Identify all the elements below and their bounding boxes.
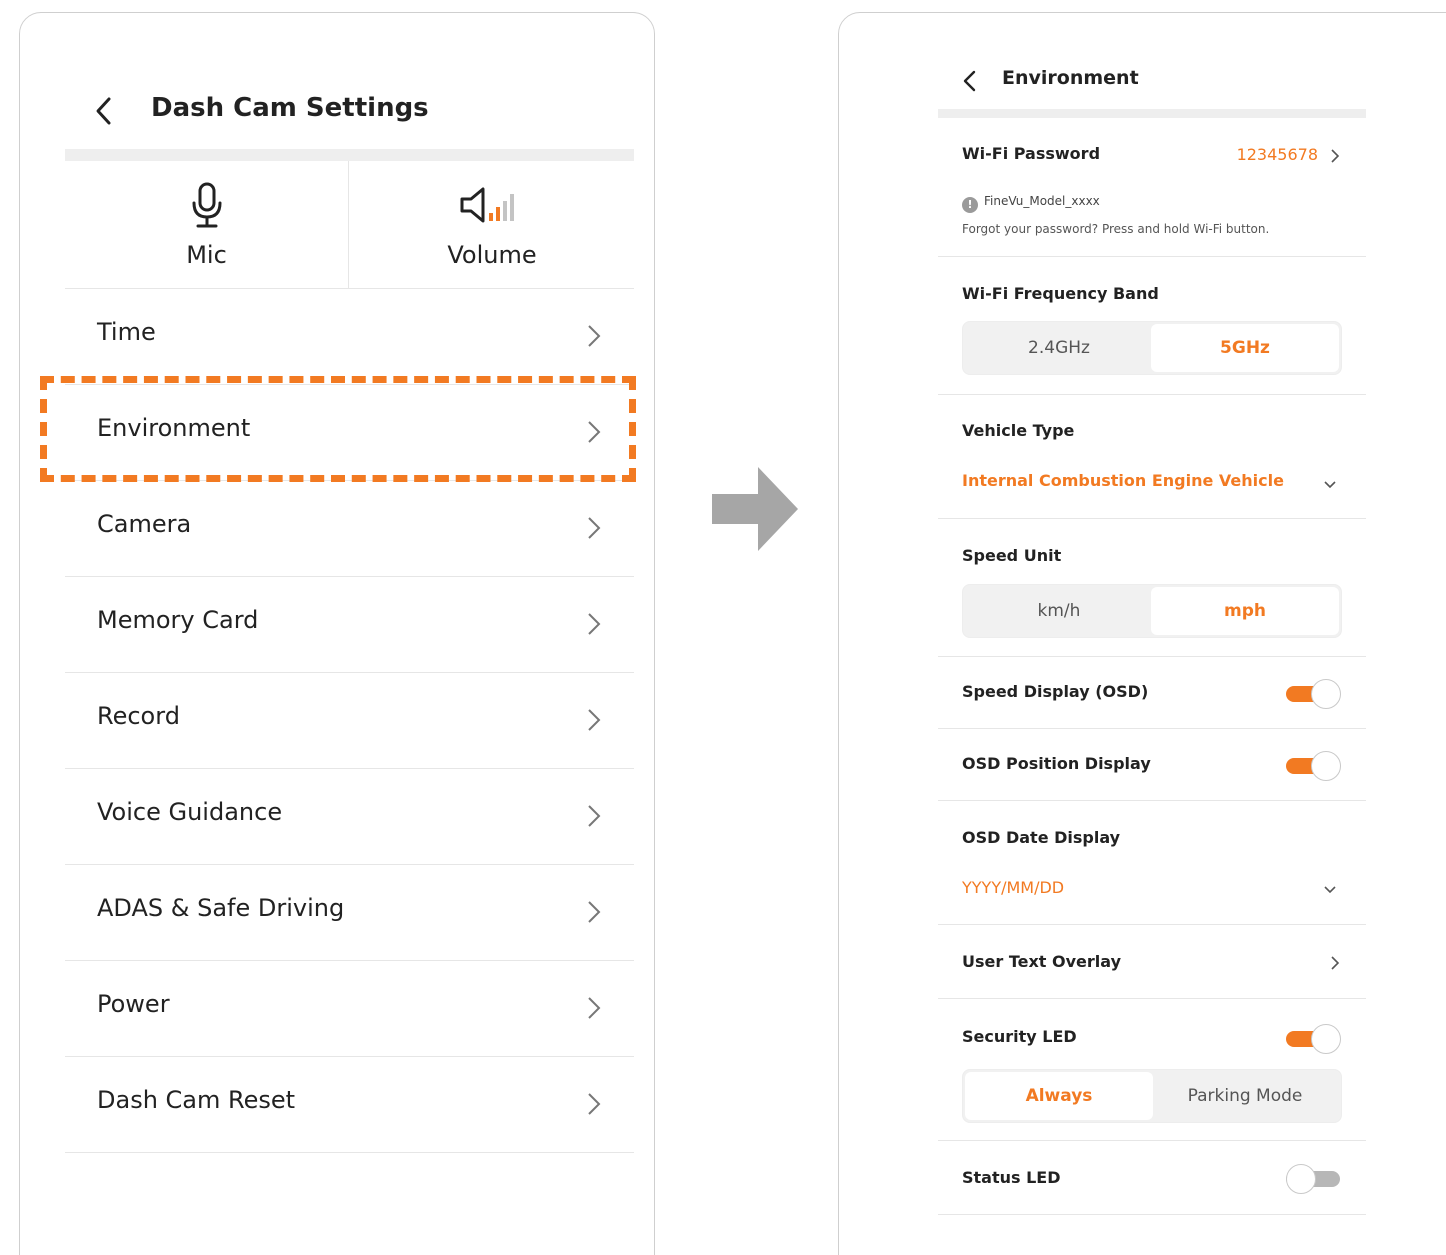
vehicle-type-label: Vehicle Type xyxy=(962,421,1075,440)
volume-label: Volume xyxy=(447,241,537,269)
chevron-right-icon xyxy=(588,997,601,1019)
speed-unit-option-mph[interactable]: mph xyxy=(1151,587,1339,635)
osd-date-value: YYYY/MM/DD xyxy=(962,878,1065,897)
toggle-knob xyxy=(1311,1024,1341,1054)
osd-position-label: OSD Position Display xyxy=(962,754,1151,773)
header: Dash Cam Settings xyxy=(20,13,654,163)
quick-actions: Mic Volume xyxy=(65,161,634,289)
chevron-right-icon xyxy=(588,613,601,635)
status-led-label: Status LED xyxy=(962,1168,1061,1187)
toggle-knob xyxy=(1311,751,1341,781)
chevron-down-icon xyxy=(1324,886,1336,894)
chevron-right-icon xyxy=(588,709,601,731)
menu-item-camera[interactable]: Camera xyxy=(65,481,634,577)
speed-display-label: Speed Display (OSD) xyxy=(962,682,1149,701)
menu-item-label: Record xyxy=(97,702,180,730)
chevron-right-icon xyxy=(588,805,601,827)
menu-item-record[interactable]: Record xyxy=(65,673,634,769)
chevron-right-icon xyxy=(1331,956,1340,970)
speed-unit-label: Speed Unit xyxy=(962,546,1062,565)
menu-item-label: ADAS & Safe Driving xyxy=(97,894,345,922)
highlight-frame xyxy=(40,376,636,482)
chevron-right-icon xyxy=(1331,149,1340,163)
menu-item-power[interactable]: Power xyxy=(65,961,634,1057)
settings-screen: Dash Cam Settings Mic Volume Time Enviro… xyxy=(19,12,655,1255)
header-divider xyxy=(938,109,1366,118)
user-text-overlay-label: User Text Overlay xyxy=(962,952,1121,971)
speaker-volume-icon xyxy=(460,187,514,223)
chevron-right-icon xyxy=(588,325,601,347)
mic-label: Mic xyxy=(186,241,227,269)
security-led-option-always[interactable]: Always xyxy=(965,1072,1153,1120)
menu-item-adas[interactable]: ADAS & Safe Driving xyxy=(65,865,634,961)
security-led-segmented-control: Always Parking Mode xyxy=(962,1069,1342,1123)
wifi-password-section[interactable]: Wi-Fi Password 12345678 ! FineVu_Model_xx… xyxy=(938,118,1366,257)
chevron-down-icon xyxy=(1324,481,1336,489)
volume-button[interactable]: Volume xyxy=(350,161,634,289)
osd-position-row: OSD Position Display xyxy=(938,729,1366,801)
speed-unit-segmented-control: km/h mph xyxy=(962,584,1342,638)
speed-display-row: Speed Display (OSD) xyxy=(938,657,1366,729)
environment-screen: Environment Wi-Fi Password 12345678 ! Fin… xyxy=(838,12,1446,1255)
wifi-password-value: 12345678 xyxy=(1236,145,1318,164)
info-icon: ! xyxy=(962,197,978,213)
wifi-band-label: Wi-Fi Frequency Band xyxy=(962,284,1159,303)
user-text-overlay-row[interactable]: User Text Overlay xyxy=(938,925,1366,999)
status-led-row: Status LED xyxy=(938,1141,1366,1215)
wifi-band-section: Wi-Fi Frequency Band 2.4GHz 5GHz xyxy=(938,257,1366,395)
page-title: Environment xyxy=(1002,67,1139,89)
wifi-band-option-2-4ghz[interactable]: 2.4GHz xyxy=(965,324,1153,372)
menu-item-label: Memory Card xyxy=(97,606,259,634)
wifi-band-segmented-control: 2.4GHz 5GHz xyxy=(962,321,1342,375)
ssid-text: FineVu_Model_xxxx xyxy=(984,194,1100,208)
mic-button[interactable]: Mic xyxy=(65,161,349,289)
security-led-label: Security LED xyxy=(962,1027,1077,1046)
chevron-right-icon xyxy=(588,901,601,923)
menu-item-voice-guidance[interactable]: Voice Guidance xyxy=(65,769,634,865)
menu-item-time[interactable]: Time xyxy=(65,289,634,385)
wifi-band-option-5ghz[interactable]: 5GHz xyxy=(1151,324,1339,372)
security-led-option-parking-mode[interactable]: Parking Mode xyxy=(1151,1072,1339,1120)
back-icon[interactable] xyxy=(961,68,979,94)
speed-unit-option-kmh[interactable]: km/h xyxy=(965,587,1153,635)
security-led-section: Security LED Always Parking Mode xyxy=(938,999,1366,1141)
menu-item-label: Dash Cam Reset xyxy=(97,1086,296,1114)
menu-item-dash-cam-reset[interactable]: Dash Cam Reset xyxy=(65,1057,634,1153)
password-hint: Forgot your password? Press and hold Wi-… xyxy=(962,222,1270,236)
osd-date-label: OSD Date Display xyxy=(962,828,1121,847)
speed-unit-section: Speed Unit km/h mph xyxy=(938,519,1366,657)
arrow-right-icon xyxy=(712,467,798,551)
page-title: Dash Cam Settings xyxy=(151,93,429,123)
header-divider xyxy=(65,149,634,161)
security-led-toggle[interactable] xyxy=(1286,1023,1342,1055)
vehicle-type-value: Internal Combustion Engine Vehicle xyxy=(962,471,1284,490)
speed-display-toggle[interactable] xyxy=(1286,678,1342,710)
osd-position-toggle[interactable] xyxy=(1286,750,1342,782)
status-led-toggle[interactable] xyxy=(1286,1163,1342,1195)
menu-item-memory-card[interactable]: Memory Card xyxy=(65,577,634,673)
osd-date-section[interactable]: OSD Date Display YYYY/MM/DD xyxy=(938,801,1366,925)
vehicle-type-section[interactable]: Vehicle Type Internal Combustion Engine … xyxy=(938,395,1366,519)
microphone-icon xyxy=(192,182,221,228)
chevron-right-icon xyxy=(588,517,601,539)
wifi-password-label: Wi-Fi Password xyxy=(962,144,1101,163)
menu-item-label: Time xyxy=(97,318,156,346)
menu-item-label: Camera xyxy=(97,510,192,538)
toggle-knob xyxy=(1311,679,1341,709)
chevron-right-icon xyxy=(588,1093,601,1115)
back-icon[interactable] xyxy=(92,93,116,129)
menu-item-label: Power xyxy=(97,990,170,1018)
ssid-info: ! FineVu_Model_xxxx xyxy=(962,194,1100,213)
toggle-knob xyxy=(1286,1164,1316,1194)
menu-item-label: Voice Guidance xyxy=(97,798,283,826)
